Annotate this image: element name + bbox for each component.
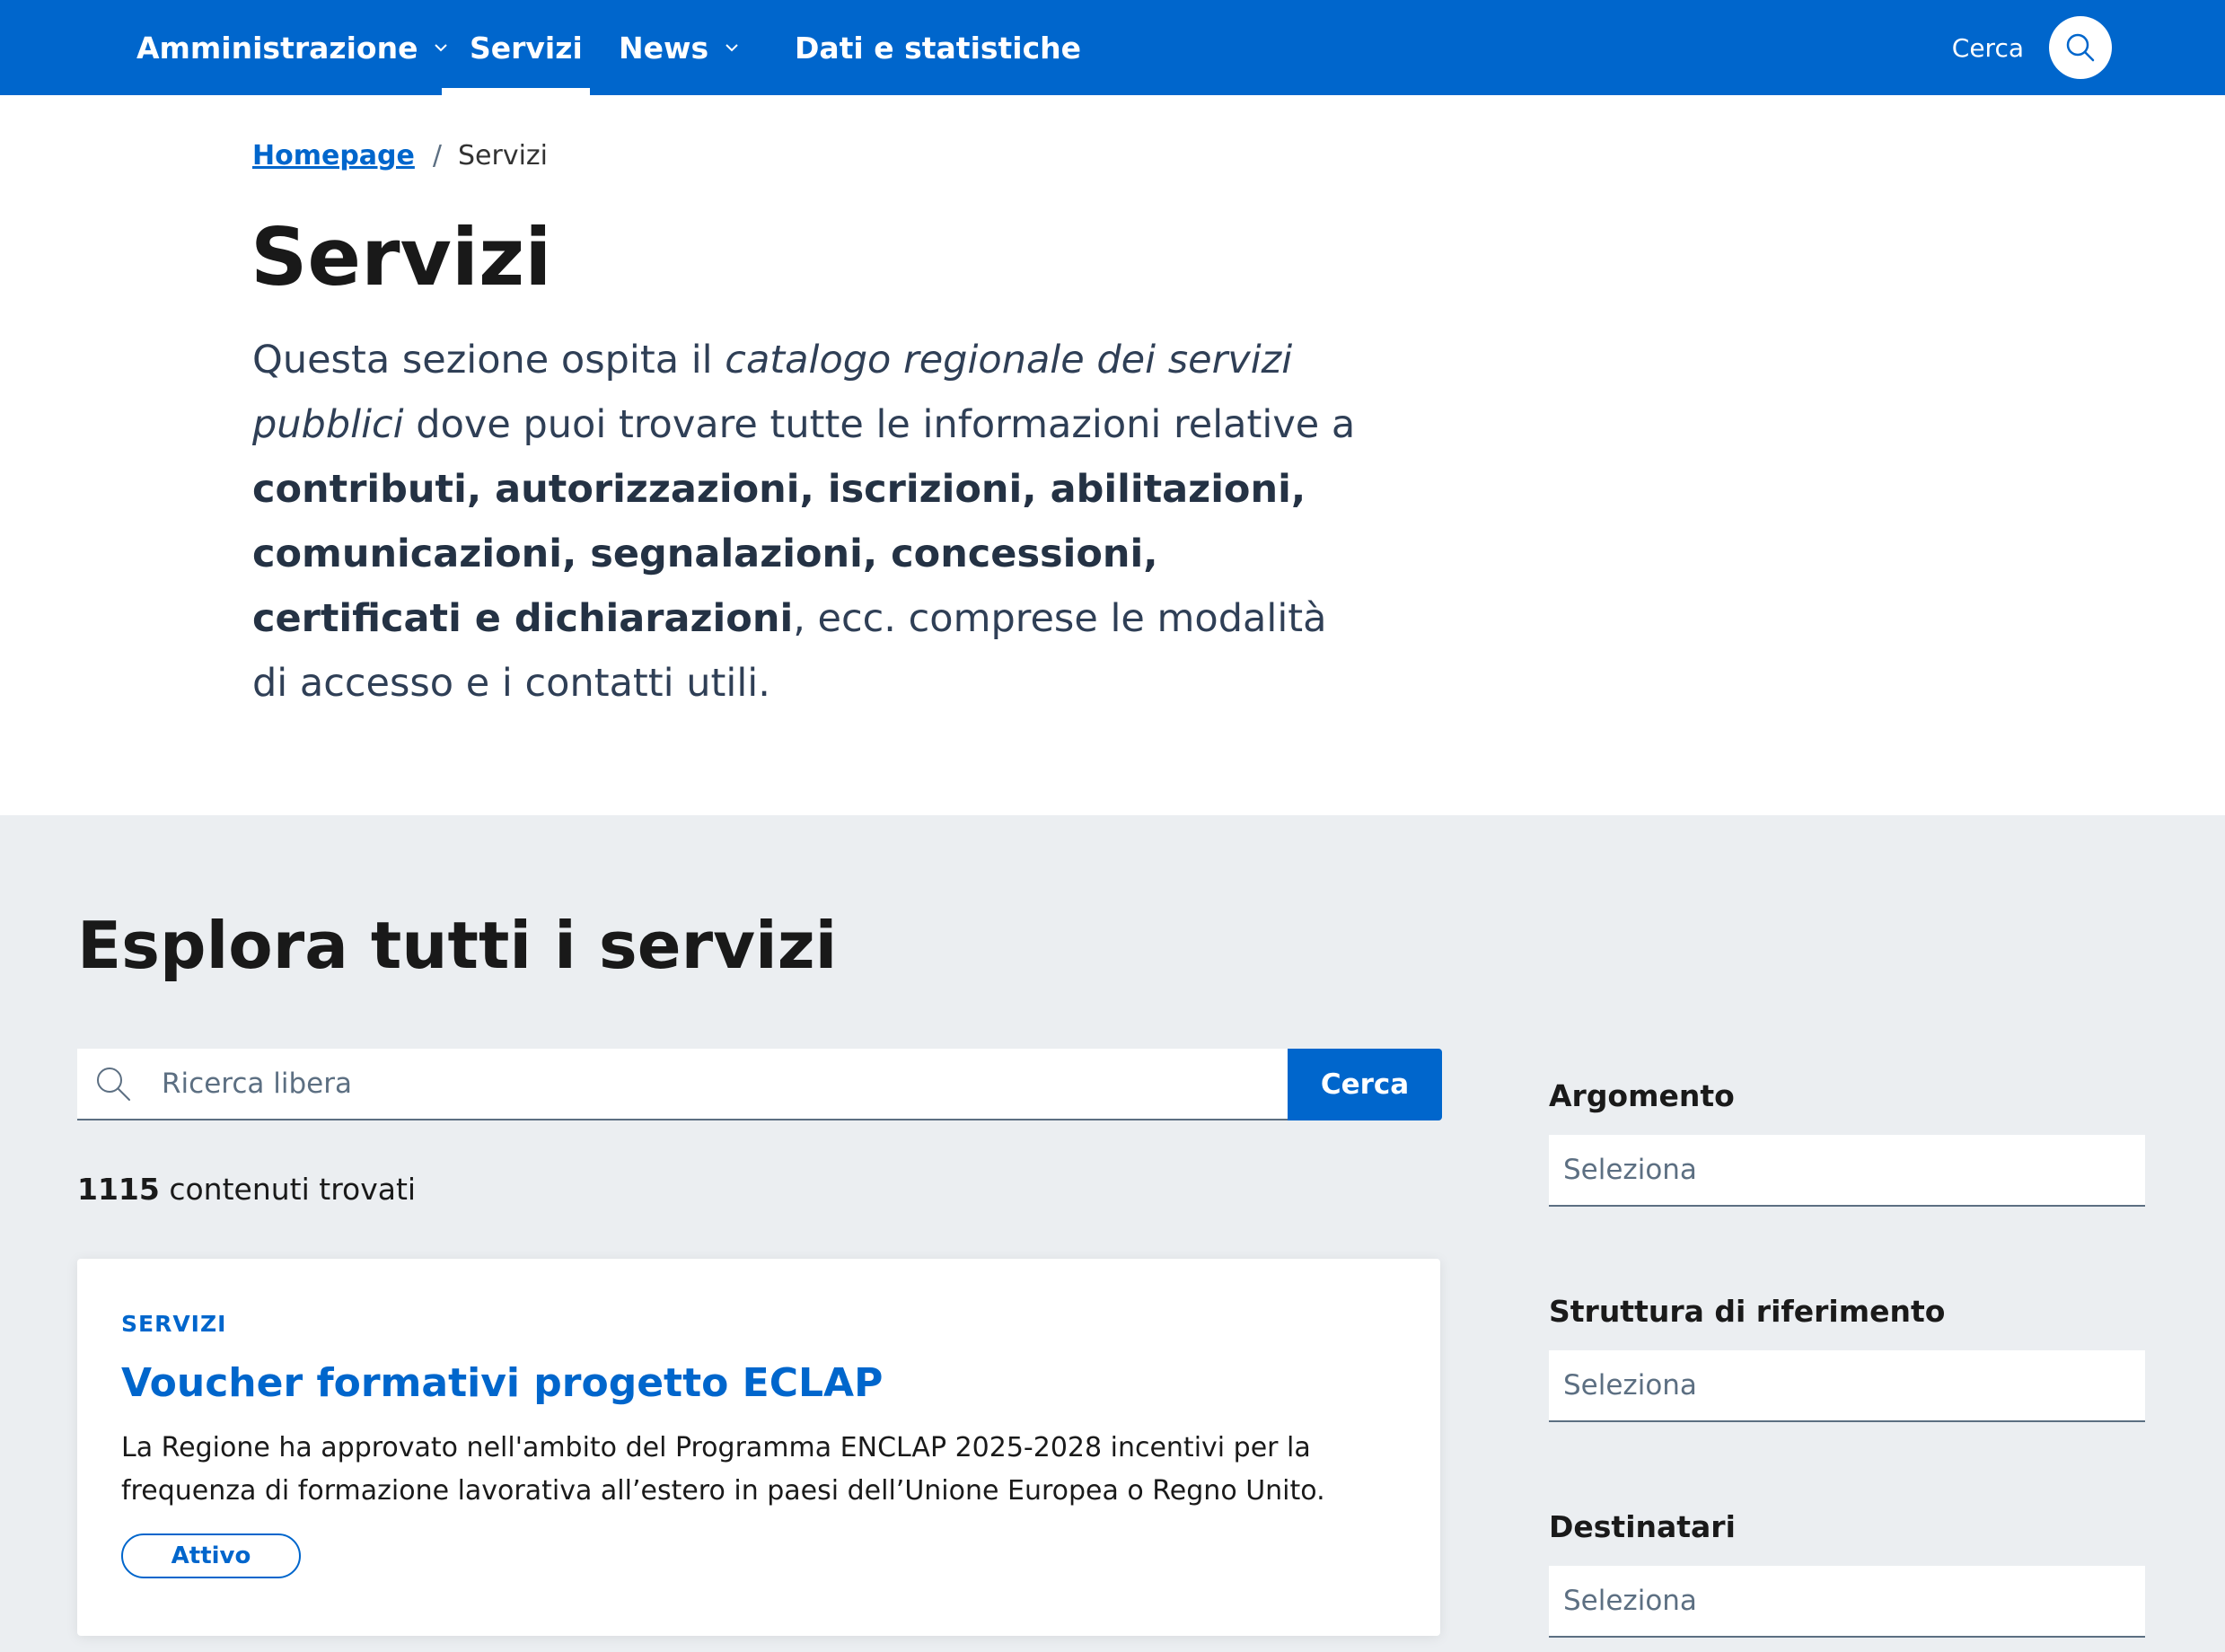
- filter-label-destinatari: Destinatari: [1549, 1509, 1736, 1544]
- nav-item-dati-e-statistiche[interactable]: Dati e statistiche: [795, 0, 1081, 95]
- top-navigation-bar: Amministrazione Servizi News Dati e stat…: [0, 0, 2225, 95]
- breadcrumb: Homepage / Servizi: [252, 140, 548, 171]
- result-card: SERVIZI Voucher formativi progetto ECLAP…: [77, 1259, 1440, 1636]
- chevron-down-icon: [726, 44, 738, 52]
- filter-label-argomento: Argomento: [1549, 1078, 1735, 1113]
- search-submit-button[interactable]: Cerca: [1288, 1049, 1442, 1120]
- nav-item-label: News: [619, 30, 709, 66]
- page-title: Servizi: [251, 211, 552, 303]
- nav-item-label: Servizi: [470, 30, 583, 66]
- results-count-label: contenuti trovati: [159, 1172, 417, 1207]
- search-icon: [92, 1062, 135, 1105]
- nav-item-news[interactable]: News: [619, 0, 741, 95]
- chevron-down-icon: [435, 44, 448, 52]
- nav-item-label: Amministrazione: [136, 30, 418, 66]
- status-badge: Attivo: [121, 1533, 301, 1578]
- search-icon: [2066, 33, 2095, 62]
- search-field-wrapper: [77, 1049, 1288, 1120]
- results-count-number: 1115: [77, 1172, 160, 1207]
- lead-text: dove puoi trovare tutte le informazioni …: [403, 402, 1356, 447]
- lead-text: Questa sezione ospita il: [252, 338, 726, 382]
- filter-label-struttura: Struttura di riferimento: [1549, 1294, 1946, 1329]
- filter-select-struttura[interactable]: Seleziona: [1549, 1350, 2145, 1422]
- breadcrumb-current: Servizi: [457, 140, 548, 171]
- page-lead-text: Questa sezione ospita il catalogo region…: [252, 328, 1366, 716]
- breadcrumb-separator: /: [432, 140, 442, 171]
- card-title-link[interactable]: Voucher formativi progetto ECLAP: [121, 1360, 883, 1406]
- explore-section-title: Esplora tutti i servizi: [77, 908, 838, 983]
- card-description: La Regione ha approvato nell'ambito del …: [121, 1432, 1325, 1507]
- results-count: 1115 contenuti trovati: [77, 1172, 416, 1207]
- nav-item-amministrazione[interactable]: Amministrazione: [136, 0, 450, 95]
- search-input[interactable]: [162, 1068, 1239, 1100]
- breadcrumb-home-link[interactable]: Homepage: [252, 140, 415, 171]
- header-search-label[interactable]: Cerca: [1952, 0, 2024, 95]
- filter-select-destinatari[interactable]: Seleziona: [1549, 1566, 2145, 1638]
- header-search-button[interactable]: [2049, 16, 2112, 79]
- nav-item-label: Dati e statistiche: [795, 30, 1082, 66]
- filter-select-argomento[interactable]: Seleziona: [1549, 1135, 2145, 1207]
- nav-active-indicator: [442, 88, 590, 95]
- nav-item-servizi[interactable]: Servizi: [470, 0, 583, 95]
- card-category[interactable]: SERVIZI: [121, 1311, 226, 1337]
